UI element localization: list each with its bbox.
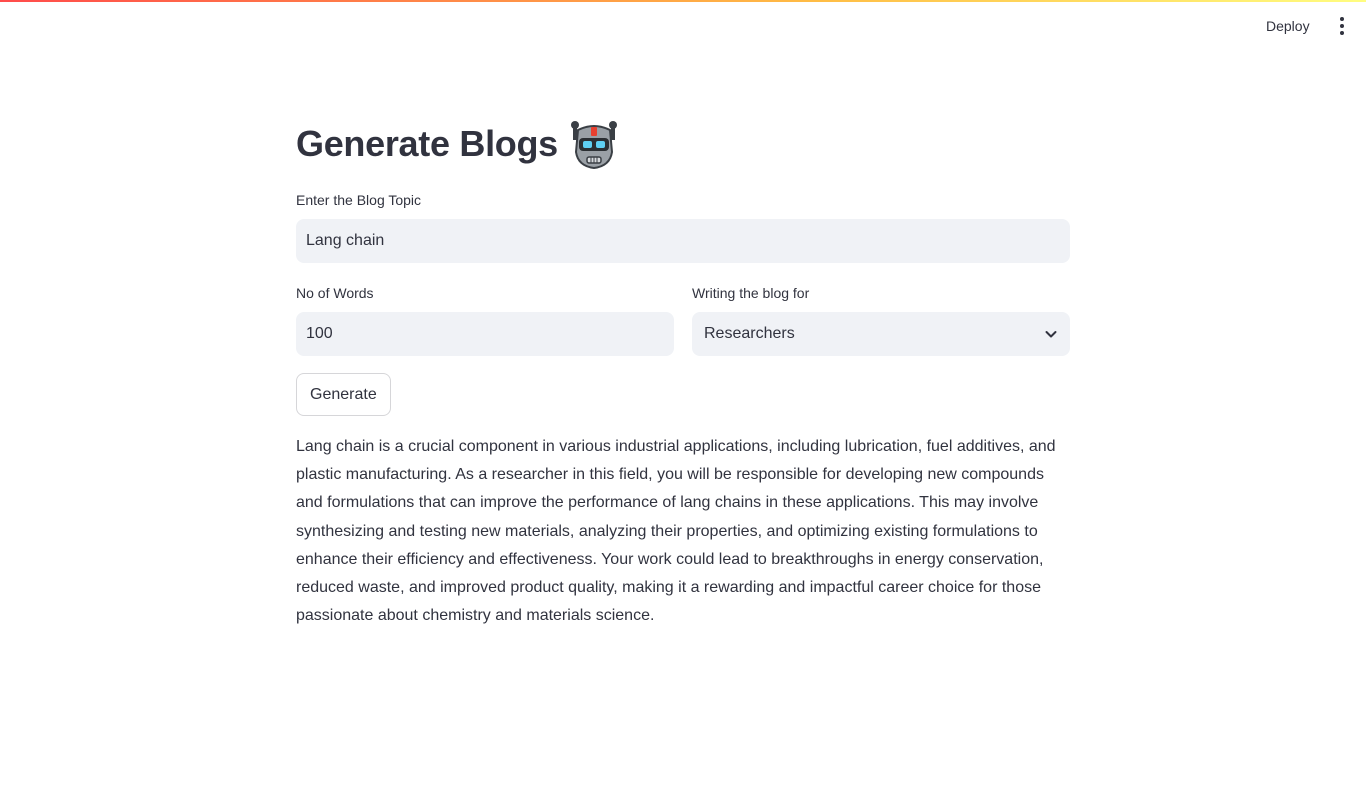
menu-dot — [1340, 24, 1344, 28]
topic-input-value: Lang chain — [306, 232, 385, 249]
menu-dot — [1340, 31, 1344, 35]
words-label: No of Words — [296, 285, 374, 301]
audience-selected-value: Researchers — [704, 325, 795, 342]
kebab-menu-icon[interactable] — [1330, 14, 1354, 38]
topic-label: Enter the Blog Topic — [296, 192, 422, 208]
topic-input[interactable]: Lang chain — [296, 219, 1070, 263]
robot-icon — [570, 121, 617, 170]
generated-blog-text: Lang chain is a crucial component in var… — [296, 438, 1056, 625]
generate-button[interactable]: Generate — [296, 373, 391, 416]
menu-dot — [1340, 17, 1344, 21]
chevron-down-icon — [1045, 331, 1057, 338]
page-title: Generate Blogs — [296, 118, 618, 170]
deploy-button[interactable]: Deploy — [1254, 13, 1322, 39]
audience-select[interactable]: Researchers — [692, 312, 1070, 356]
app-header: Deploy — [0, 2, 1366, 60]
audience-label: Writing the blog for — [692, 285, 810, 301]
words-input-value: 100 — [306, 325, 333, 342]
words-input[interactable]: 100 — [296, 312, 674, 356]
page-title-text: Generate Blogs — [296, 123, 558, 164]
